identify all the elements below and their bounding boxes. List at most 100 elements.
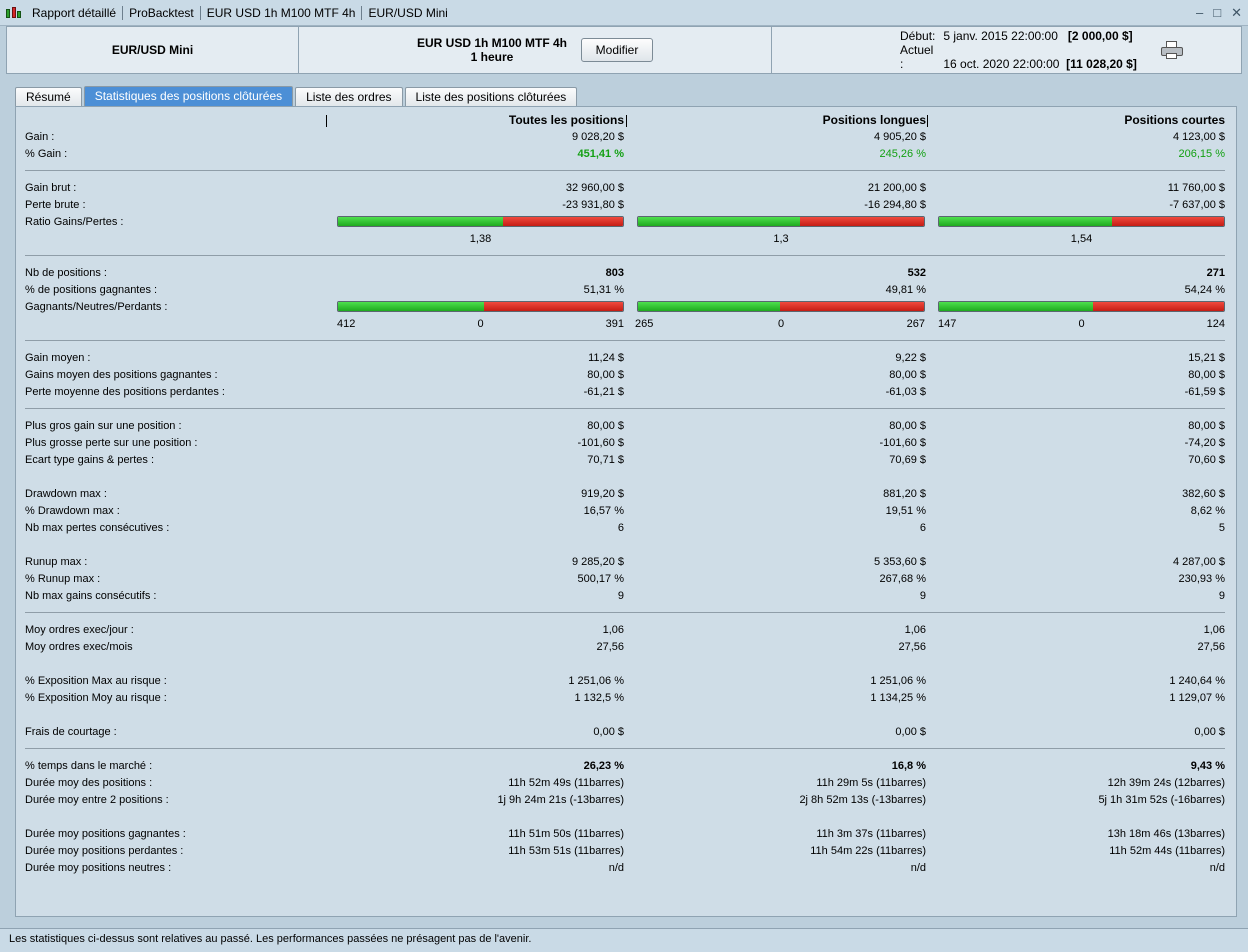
gain-percent-row: % Gain : 451,41 % 245,26 % 206,15 % — [16, 146, 1236, 163]
time-in-market-row: % temps dans le marché : 26,23 % 16,8 % 9,4… — [16, 758, 1236, 775]
tab-closed-positions-stats[interactable]: Statistiques des positions clôturées — [83, 86, 294, 106]
stat-value: 13h 18m 46s (13barres) — [1107, 828, 1225, 840]
stat-value: 8,62 % — [1190, 505, 1225, 517]
modify-button[interactable]: Modifier — [581, 38, 654, 62]
stat-value: 12h 39m 24s (12barres) — [1107, 777, 1225, 789]
stat-value: 9 285,20 $ — [572, 556, 624, 568]
bar-gain-segment — [939, 217, 1112, 226]
stat-label: % de positions gagnantes : — [25, 284, 158, 296]
average-winning-row: Gains moyen des positions gagnantes : 80,… — [16, 367, 1236, 384]
stat-value: 16,57 % — [583, 505, 624, 517]
bar-gain-segment — [338, 302, 485, 311]
stat-value: 80,00 $ — [1188, 420, 1225, 432]
minimize-icon[interactable]: – — [1196, 5, 1203, 21]
stat-label: Perte moyenne des positions perdantes : — [25, 386, 225, 398]
stat-label: Runup max : — [25, 556, 88, 568]
tab-bar: Résumé Statistiques des positions clôtur… — [15, 86, 579, 107]
runup-row: Runup max : 9 285,20 $ 5 353,60 $ 4 287,00 … — [16, 554, 1236, 571]
stat-value: 9 028,20 $ — [572, 131, 624, 143]
stat-value: 11h 52m 49s (11barres) — [508, 777, 624, 789]
stat-value: 4 123,00 $ — [1173, 131, 1225, 143]
stat-value: 15,21 $ — [1188, 352, 1225, 364]
gross-loss-row: Perte brute : -23 931,80 $ -16 294,80 $ -7 … — [16, 197, 1236, 214]
bar-loss-segment — [799, 217, 924, 226]
stat-value: 0,00 $ — [1194, 726, 1225, 738]
stat-value: 54,24 % — [1184, 284, 1225, 296]
stat-value: 5 353,60 $ — [874, 556, 926, 568]
stat-value: 1 129,07 % — [1169, 692, 1225, 704]
stat-value: 32 960,00 $ — [565, 182, 624, 194]
section-divider — [25, 340, 1225, 341]
stat-value: 80,00 $ — [889, 369, 926, 381]
print-icon[interactable] — [1160, 41, 1183, 59]
orders-per-day-row: Moy ordres exec/jour : 1,06 1,06 1,06 — [16, 622, 1236, 639]
stat-value: 11,24 $ — [588, 352, 624, 364]
stat-value: 1,06 — [1203, 624, 1225, 636]
tab-orders-list[interactable]: Liste des ordres — [295, 87, 403, 106]
status-bar: Les statistiques ci-dessus sont relative… — [0, 928, 1248, 952]
stat-label: Gain : — [25, 131, 55, 143]
stat-value: 11h 52m 44s (11barres) — [1109, 845, 1225, 857]
statistics-panel: Toutes les positions Positions longues P… — [15, 106, 1237, 917]
stat-value: 27,56 — [898, 641, 926, 653]
ratio-value: 1,3 — [773, 233, 789, 245]
stat-label: Frais de courtage : — [25, 726, 117, 738]
stat-label: Gagnants/Neutres/Perdants : — [25, 301, 168, 313]
stat-value: 1 134,25 % — [870, 692, 926, 704]
maximize-icon[interactable]: □ — [1213, 5, 1221, 21]
stat-value: 4 905,20 $ — [874, 131, 926, 143]
stat-value: 5 — [1218, 522, 1225, 534]
stat-label: Durée moy positions gagnantes : — [25, 828, 186, 840]
average-gain-row: Gain moyen : 11,24 $ 9,22 $ 15,21 $ — [16, 350, 1236, 367]
strategy-name: EUR USD 1h M100 MTF 4h — [416, 36, 568, 50]
stat-value: 1 251,06 % — [870, 675, 926, 687]
stat-value: 9,22 $ — [895, 352, 926, 364]
strategy-info: EUR USD 1h M100 MTF 4h 1 heure — [417, 36, 567, 64]
stat-value: 11h 29m 5s (11barres) — [816, 777, 926, 789]
stat-label: Gain moyen : — [25, 352, 91, 364]
instrument-cell: EUR/USD Mini — [7, 27, 299, 73]
column-header-long: Positions longues — [822, 113, 926, 127]
average-losing-row: Perte moyenne des positions perdantes : -… — [16, 384, 1236, 401]
stat-value: 451,41 % — [577, 148, 624, 160]
instrument-name: EUR/USD Mini — [111, 43, 194, 57]
bar-loss-segment — [1111, 217, 1224, 226]
column-header-short: Positions courtes — [1124, 113, 1225, 127]
title-segment-probacktest: ProBacktest — [123, 5, 201, 20]
start-date: 5 janv. 2015 22:00:00 — [943, 29, 1058, 43]
tab-closed-positions-list[interactable]: Liste des positions clôturées — [404, 87, 578, 106]
stat-value: -101,60 $ — [879, 437, 926, 449]
stat-value: 500,17 % — [577, 573, 624, 585]
winning-percent-row: % de positions gagnantes : 51,31 % 49,81 %… — [16, 282, 1236, 299]
section-divider — [25, 748, 1225, 749]
losers-count: 391 — [605, 318, 624, 330]
stat-label: % Gain : — [25, 148, 68, 160]
stat-value: 11h 51m 50s (11barres) — [508, 828, 624, 840]
end-date: 16 oct. 2020 22:00:00 — [943, 57, 1060, 71]
stat-label: Nb de positions : — [25, 267, 107, 279]
stat-label: Nb max gains consécutifs : — [25, 590, 157, 602]
column-header-all: Toutes les positions — [508, 113, 624, 127]
stat-value: 245,26 % — [879, 148, 926, 160]
stat-value: 1,06 — [602, 624, 624, 636]
avg-duration-row: Durée moy des positions : 11h 52m 49s (11… — [16, 775, 1236, 792]
close-icon[interactable]: ✕ — [1231, 5, 1242, 21]
largest-loss-row: Plus grosse perte sur une position : -101… — [16, 435, 1236, 452]
end-caption: Actuel : — [900, 43, 934, 71]
avg-between-row: Durée moy entre 2 positions : 1j 9h 24m 2… — [16, 792, 1236, 809]
stat-label: Drawdown max : — [25, 488, 107, 500]
stat-value: -7 637,00 $ — [1169, 199, 1225, 211]
stat-value: n/d — [608, 862, 624, 874]
stat-value: 49,81 % — [885, 284, 926, 296]
stat-value: 1j 9h 24m 21s (-13barres) — [497, 794, 624, 806]
stat-value: 9 — [919, 590, 926, 602]
stat-label: Moy ordres exec/jour : — [25, 624, 134, 636]
stat-value: 80,00 $ — [587, 369, 624, 381]
title-segment-instrument: EUR/USD Mini — [368, 5, 448, 20]
stat-value: 919,20 $ — [581, 488, 624, 500]
stat-value: 5j 1h 31m 52s (-16barres) — [1098, 794, 1225, 806]
section-divider — [25, 170, 1225, 171]
columns-header-row: Toutes les positions Positions longues P… — [16, 112, 1236, 129]
gain-row: Gain : 9 028,20 $ 4 905,20 $ 4 123,00 $ — [16, 129, 1236, 146]
tab-summary[interactable]: Résumé — [15, 87, 82, 106]
